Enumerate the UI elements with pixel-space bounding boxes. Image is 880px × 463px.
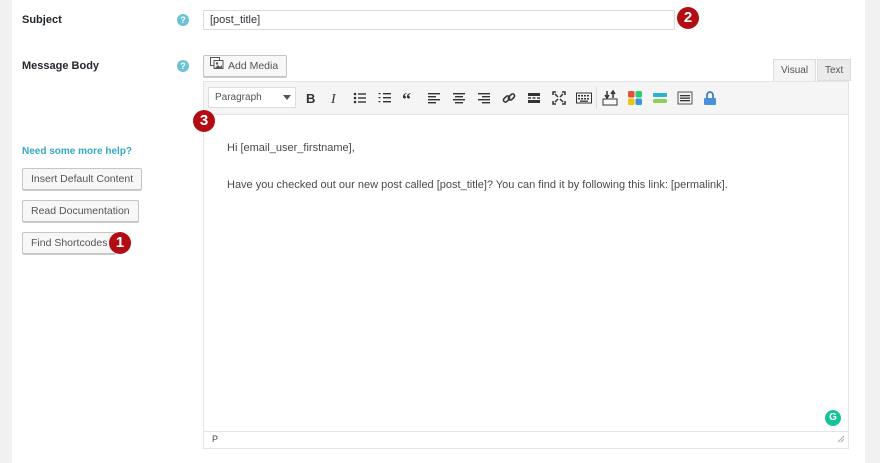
- blockquote-icon[interactable]: “: [399, 88, 419, 108]
- subject-input[interactable]: [203, 10, 675, 30]
- toolbar-divider: [596, 87, 597, 109]
- italic-icon[interactable]: I: [325, 88, 345, 108]
- insert-default-content-button[interactable]: Insert Default Content: [22, 168, 143, 190]
- numbered-list-icon[interactable]: [375, 88, 395, 108]
- paragraph-format-select[interactable]: Paragraph: [208, 87, 296, 108]
- upload-download-icon[interactable]: [600, 88, 620, 108]
- link-icon[interactable]: [499, 88, 519, 108]
- find-shortcodes-button[interactable]: Find Shortcodes: [22, 232, 117, 254]
- color-grid-icon[interactable]: [625, 88, 645, 108]
- svg-text:I: I: [330, 92, 337, 105]
- svg-text:B: B: [306, 91, 315, 105]
- read-more-icon[interactable]: [524, 88, 544, 108]
- message-body-help-icon[interactable]: ?: [177, 60, 189, 72]
- message-editor: Paragraph B I “ Hi [email_user_firstname…: [203, 81, 849, 449]
- subject-label: Subject: [22, 14, 62, 26]
- chevron-down-icon: [283, 95, 291, 100]
- tab-visual[interactable]: Visual: [773, 59, 817, 81]
- bold-icon[interactable]: B: [301, 88, 321, 108]
- svg-text:“: “: [402, 91, 411, 105]
- align-left-icon[interactable]: [424, 88, 444, 108]
- horizontal-lines-icon[interactable]: [675, 88, 695, 108]
- resize-handle-icon[interactable]: [837, 432, 845, 446]
- format-select-value: Paragraph: [215, 92, 262, 103]
- tab-text[interactable]: Text: [817, 59, 852, 81]
- annotation-badge-3: 3: [193, 110, 215, 132]
- content-line-1[interactable]: Hi [email_user_firstname],: [227, 142, 355, 154]
- editor-toolbar: Paragraph B I “: [204, 82, 848, 115]
- keyboard-icon[interactable]: [574, 88, 594, 108]
- message-body-label: Message Body: [22, 60, 100, 72]
- add-media-icon: [210, 56, 224, 76]
- add-media-label: Add Media: [228, 60, 279, 72]
- content-line-2[interactable]: Have you checked out our new post called…: [227, 179, 728, 191]
- annotation-badge-2: 2: [677, 7, 699, 29]
- fullscreen-icon[interactable]: [549, 88, 569, 108]
- align-right-icon[interactable]: [474, 88, 494, 108]
- read-documentation-button[interactable]: Read Documentation: [22, 200, 139, 222]
- align-center-icon[interactable]: [449, 88, 469, 108]
- annotation-badge-1: 1: [109, 232, 131, 254]
- element-path[interactable]: P: [212, 434, 218, 444]
- editor-statusbar: P: [204, 431, 848, 448]
- toggle-bar-icon[interactable]: [650, 88, 670, 108]
- lock-icon[interactable]: [700, 88, 720, 108]
- grammarly-icon[interactable]: G: [825, 410, 841, 426]
- subject-help-icon[interactable]: ?: [177, 14, 189, 26]
- need-help-link[interactable]: Need some more help?: [22, 146, 132, 157]
- bulleted-list-icon[interactable]: [350, 88, 370, 108]
- add-media-button[interactable]: Add Media: [203, 55, 288, 77]
